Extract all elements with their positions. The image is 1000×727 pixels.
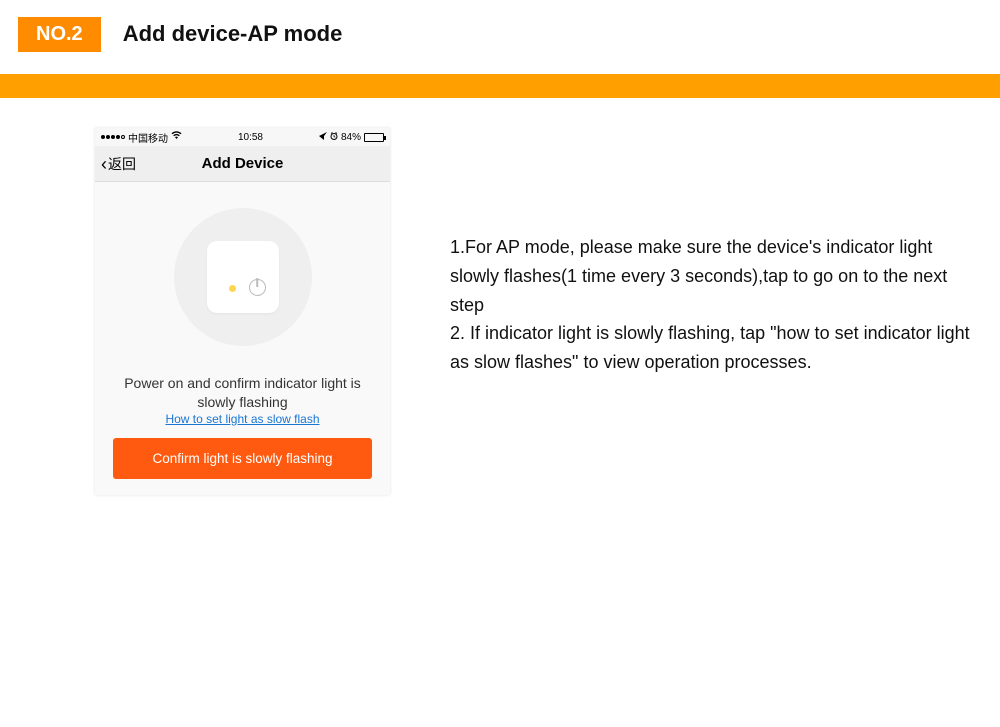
status-right: 84% [319, 132, 384, 143]
device-box-icon [207, 241, 279, 313]
status-left: 中国移动 [101, 130, 182, 145]
carrier-label: 中国移动 [128, 130, 168, 145]
phone-body: Power on and confirm indicator light is … [95, 182, 390, 495]
instruction-text: Power on and confirm indicator light is … [113, 374, 372, 412]
document-header: NO.2 Add device-AP mode [0, 12, 1000, 56]
phone-screenshot: 中国移动 10:58 84% ‹ 返回 [95, 128, 390, 495]
led-indicator-icon [229, 285, 236, 292]
nav-bar: ‹ 返回 Add Device [95, 146, 390, 182]
alarm-icon [330, 132, 338, 143]
location-icon [319, 132, 327, 143]
chevron-left-icon: ‹ [101, 155, 107, 173]
nav-title: Add Device [202, 155, 284, 172]
status-bar: 中国移动 10:58 84% [95, 128, 390, 146]
instructions-panel: 1.For AP mode, please make sure the devi… [450, 128, 970, 495]
status-time: 10:58 [238, 132, 263, 143]
battery-icon [364, 133, 384, 142]
step-number-badge: NO.2 [18, 17, 101, 52]
step-title: Add device-AP mode [123, 21, 343, 47]
power-icon [249, 279, 266, 296]
confirm-button[interactable]: Confirm light is slowly flashing [113, 438, 372, 479]
content-area: 中国移动 10:58 84% ‹ 返回 [0, 98, 1000, 495]
battery-percent: 84% [341, 132, 361, 143]
back-button[interactable]: ‹ 返回 [101, 154, 136, 174]
instruction-line-2: 2. If indicator light is slowly flashing… [450, 319, 970, 377]
wifi-icon [171, 131, 182, 143]
device-illustration [174, 208, 312, 346]
divider-bar [0, 74, 1000, 98]
signal-icon [101, 135, 125, 139]
help-link[interactable]: How to set light as slow flash [165, 412, 319, 426]
back-label: 返回 [108, 154, 136, 174]
instruction-line-1: 1.For AP mode, please make sure the devi… [450, 233, 970, 319]
